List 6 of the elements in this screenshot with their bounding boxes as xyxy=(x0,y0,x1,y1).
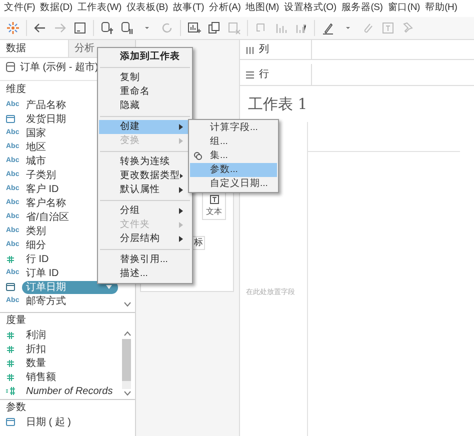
section-header: 参数 xyxy=(6,400,26,415)
section-header: 维度 xyxy=(6,82,26,97)
section-header: 度量 xyxy=(6,314,26,328)
sheet-title: 工作表 1 xyxy=(248,94,308,115)
shelf-label: 行 xyxy=(259,68,269,82)
shelf-label: 列 xyxy=(259,43,269,57)
